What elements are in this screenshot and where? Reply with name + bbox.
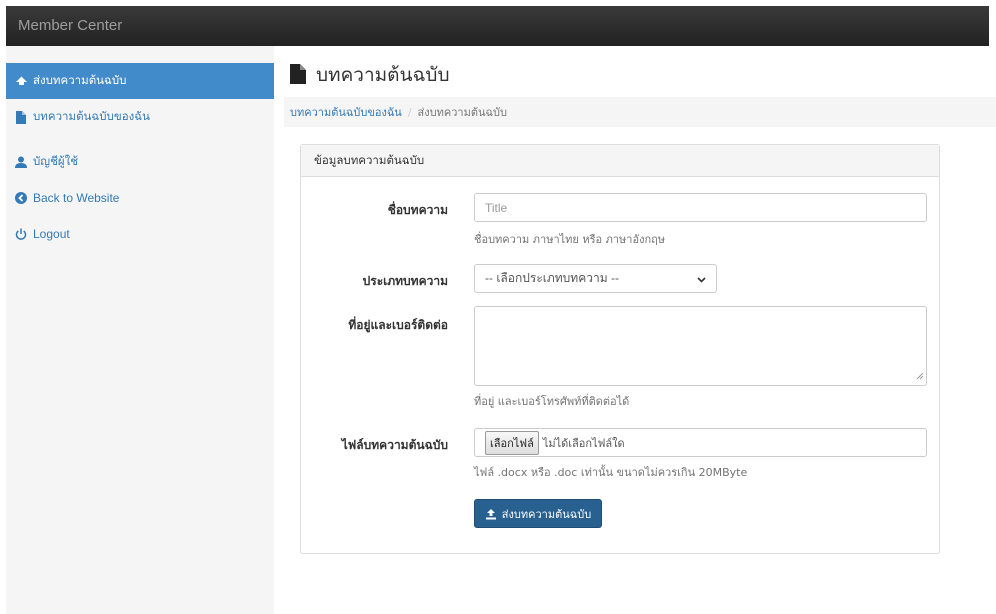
- sidebar-item-label: บัญชีผู้ใช้: [33, 154, 79, 168]
- title-help: ชื่อบทความ ภาษาไทย หรือ ภาษาอังกฤษ: [474, 233, 666, 246]
- page-title-text: บทความต้นฉบับ: [316, 64, 450, 86]
- submit-article-button[interactable]: ส่งบทความต้นฉบับ: [474, 499, 602, 528]
- sidebar-item-label: บทความต้นฉบับของฉัน: [33, 109, 150, 123]
- breadcrumb: บทความต้นฉบับของฉัน / ส่งบทความต้นฉบับ: [284, 97, 996, 127]
- upload-icon: [485, 508, 497, 520]
- address-textarea[interactable]: [474, 306, 927, 386]
- file-icon: [14, 110, 28, 124]
- type-select[interactable]: -- เลือกประเภทบทความ --: [474, 264, 717, 293]
- file-input[interactable]: เลือกไฟล์ ไม่ได้เลือกไฟล์ใด: [474, 428, 927, 457]
- address-help: ที่อยู่ และเบอร์โทรศัพท์ที่ติดต่อได้: [474, 395, 630, 408]
- sidebar-item-submit-article[interactable]: ส่งบทความต้นฉบับ: [6, 63, 274, 99]
- address-label: ที่อยู่และเบอร์ติดต่อ: [348, 318, 448, 332]
- chevron-down-icon: [697, 272, 706, 286]
- power-icon: [14, 227, 28, 241]
- resize-handle-icon[interactable]: [916, 369, 924, 383]
- article-form-panel: ข้อมูลบทความต้นฉบับ ชื่อบทความ Title ชื่…: [300, 144, 940, 554]
- sidebar: ส่งบทความต้นฉบับ บทความต้นฉบับของฉัน บัญ…: [6, 46, 274, 614]
- file-label: ไฟล์บทความต้นฉบับ: [341, 438, 448, 452]
- type-select-value: -- เลือกประเภทบทความ --: [485, 271, 619, 285]
- sidebar-item-logout[interactable]: Logout: [6, 216, 274, 252]
- breadcrumb-separator: /: [407, 105, 412, 119]
- breadcrumb-current: ส่งบทความต้นฉบับ: [417, 106, 507, 119]
- user-icon: [14, 155, 28, 169]
- title-input[interactable]: Title: [474, 193, 927, 222]
- file-status: ไม่ได้เลือกไฟล์ใด: [542, 436, 625, 450]
- send-icon: [14, 74, 28, 88]
- brand-title[interactable]: Member Center: [18, 17, 122, 34]
- sidebar-item-back-to-website[interactable]: Back to Website: [6, 180, 274, 216]
- page-title: บทความต้นฉบับ: [290, 60, 450, 90]
- arrow-left-circle-icon: [14, 191, 28, 205]
- submit-label: ส่งบทความต้นฉบับ: [501, 507, 592, 521]
- sidebar-item-account[interactable]: บัญชีผู้ใช้: [6, 144, 274, 180]
- breadcrumb-link-my-articles[interactable]: บทความต้นฉบับของฉัน: [290, 103, 402, 121]
- choose-file-button[interactable]: เลือกไฟล์: [485, 430, 539, 455]
- sidebar-item-label: ส่งบทความต้นฉบับ: [33, 73, 127, 87]
- file-icon: [290, 64, 308, 86]
- sidebar-item-my-articles[interactable]: บทความต้นฉบับของฉัน: [6, 99, 274, 135]
- panel-heading: ข้อมูลบทความต้นฉบับ: [301, 145, 939, 177]
- top-navbar: Member Center: [6, 6, 989, 46]
- sidebar-item-label: Logout: [33, 227, 70, 241]
- file-help: ไฟล์ .docx หรือ .doc เท่านั้น ขนาดไม่ควร…: [474, 466, 748, 479]
- type-label: ประเภทบทความ: [362, 274, 448, 288]
- sidebar-item-label: Back to Website: [33, 191, 120, 205]
- title-label: ชื่อบทความ: [387, 203, 448, 217]
